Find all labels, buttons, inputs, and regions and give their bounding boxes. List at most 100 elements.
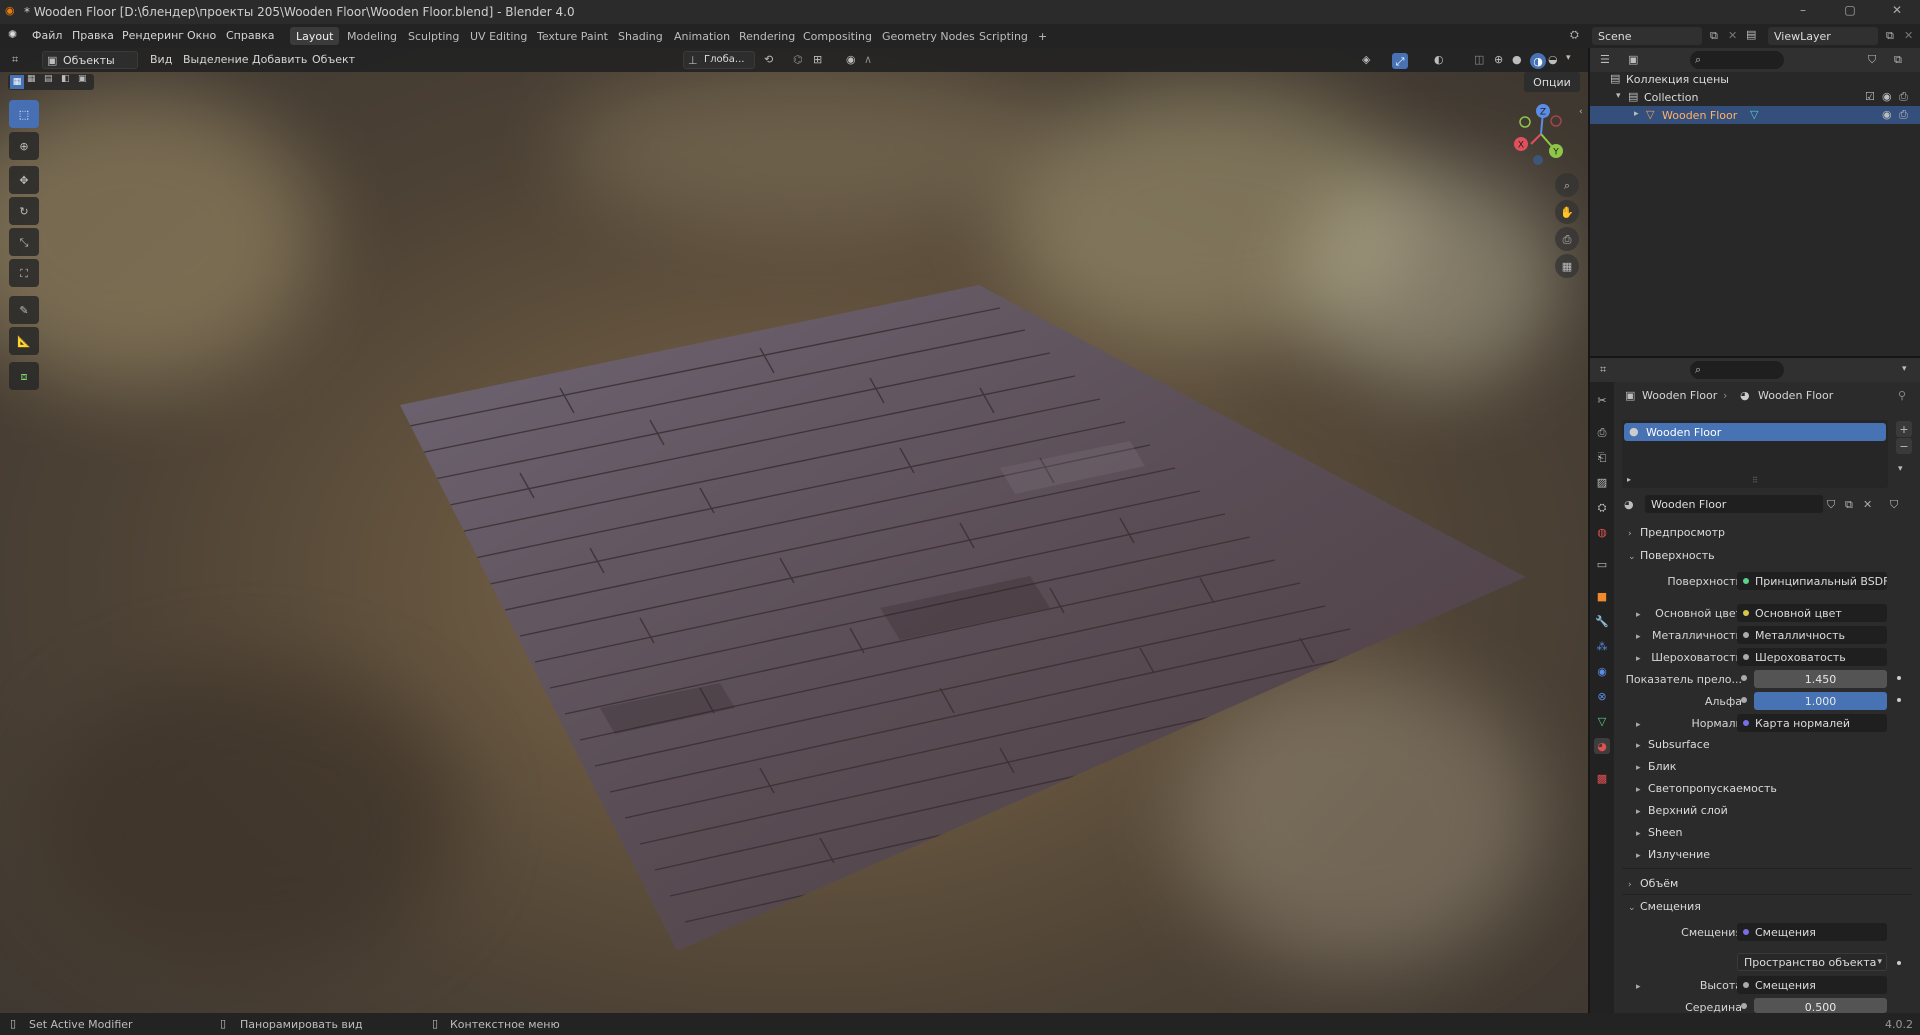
outliner-row-wooden-floor[interactable]: ▸ ▽ Wooden Floor ▽ ◉ ⎙ — [1590, 106, 1920, 124]
annotate-tool[interactable]: ✎ — [9, 296, 39, 324]
maximize-button[interactable]: ▢ — [1837, 3, 1863, 21]
overlays-icon[interactable]: ◐ — [1434, 54, 1444, 65]
menu-object[interactable]: Объект — [312, 53, 355, 66]
ortho-toggle-button[interactable]: ▦ — [1555, 254, 1579, 278]
properties-search-input[interactable]: ⌕ — [1690, 361, 1784, 379]
display-mode-icon[interactable]: ▣ — [1628, 54, 1638, 65]
tab-compositing[interactable]: Compositing — [797, 27, 878, 45]
tab-sculpting[interactable]: Sculpting — [402, 27, 465, 45]
subpanel-sheen[interactable]: ▸ Sheen — [1630, 822, 1920, 842]
output-tab[interactable]: ⎗ — [1594, 449, 1610, 465]
fake-user-icon[interactable]: ⛉ — [1827, 499, 1835, 510]
pan-button[interactable]: ✋ — [1555, 200, 1579, 224]
menu-add[interactable]: Добавить — [252, 53, 307, 66]
measure-tool[interactable]: 📐 — [9, 327, 39, 355]
falloff-icon[interactable]: ∧ — [864, 54, 872, 65]
xray-icon[interactable]: ◫ — [1474, 54, 1484, 65]
normal-field[interactable]: Карта нормалей — [1737, 714, 1887, 732]
remove-slot-icon[interactable]: − — [1896, 438, 1912, 454]
constraints-tab[interactable]: ⊗ — [1594, 688, 1610, 704]
displacement-panel-header[interactable]: ⌄ Смещения — [1622, 896, 1912, 916]
tab-texture-paint[interactable]: Texture Paint — [531, 27, 614, 45]
alpha-keyframe-icon[interactable] — [1897, 698, 1901, 702]
new-scene-icon[interactable]: ⧉ — [1710, 30, 1718, 41]
list-resize-handle[interactable]: ⠿ — [1752, 476, 1758, 485]
scene-icon[interactable]: ⛭ — [1570, 29, 1579, 40]
filter-icon[interactable]: ⛉ — [1868, 54, 1876, 65]
scene-selector[interactable]: Scene — [1592, 27, 1702, 45]
3d-viewport[interactable] — [0, 48, 1588, 1013]
navigation-gizmo[interactable]: X Y Z — [1505, 100, 1575, 170]
minimize-button[interactable]: – — [1790, 3, 1816, 21]
material-browse-icon[interactable]: ◕ — [1624, 499, 1634, 510]
pivot-point-icon[interactable]: ⟲ — [764, 54, 773, 65]
material-tab[interactable]: ◕ — [1594, 738, 1610, 754]
alpha-field[interactable]: 1.000 — [1754, 692, 1887, 710]
physics-tab[interactable]: ◉ — [1594, 663, 1610, 679]
render-tab[interactable]: ⎙ — [1594, 424, 1610, 440]
view-layer-tab[interactable]: ▨ — [1594, 474, 1610, 490]
delete-scene-icon[interactable]: ✕ — [1728, 30, 1737, 41]
outliner-search-input[interactable]: ⌕ — [1690, 51, 1784, 69]
rotate-tool[interactable]: ↻ — [9, 197, 39, 225]
solid-shading-icon[interactable]: ● — [1512, 54, 1522, 65]
surface-shader-field[interactable]: Принципиальный BSDF — [1737, 572, 1887, 590]
subpanel-subsurface[interactable]: ▸ Subsurface — [1630, 734, 1920, 754]
material-slot-row[interactable]: ● Wooden Floor — [1624, 423, 1886, 441]
alpha-socket-icon[interactable] — [1741, 697, 1747, 703]
menu-select[interactable]: Выделение — [183, 53, 249, 66]
new-view-layer-icon[interactable]: ⧉ — [1886, 30, 1894, 41]
slot-specials-icon[interactable]: ▾ — [1898, 465, 1903, 474]
base-color-field[interactable]: Основной цвет — [1737, 604, 1887, 622]
space-dropdown[interactable]: Пространство объекта ▾ — [1737, 953, 1887, 971]
unlink-material-icon[interactable]: ✕ — [1863, 499, 1872, 510]
outliner-row-scene-collection[interactable]: ▤ Коллекция сцены — [1590, 70, 1920, 88]
zoom-button[interactable]: ⌕ — [1555, 173, 1579, 197]
pin-icon[interactable]: ⚲ — [1898, 390, 1906, 401]
new-collection-icon[interactable]: ⧉ — [1894, 54, 1902, 65]
surface-panel-header[interactable]: ⌄ Поверхность — [1622, 545, 1912, 565]
scale-tool[interactable]: ⤡ — [9, 228, 39, 256]
roughness-field[interactable]: Шероховатость — [1737, 648, 1887, 666]
tab-scripting[interactable]: Scripting — [973, 27, 1034, 45]
menu-render[interactable]: Рендеринг — [122, 29, 184, 42]
select-intersect-icon[interactable]: ▣ — [78, 75, 87, 84]
transform-orientation-selector[interactable]: ⊥ Глоба... — [683, 51, 755, 69]
subpanel-coat[interactable]: ▸ Верхний слой — [1630, 800, 1920, 820]
shading-dropdown-icon[interactable]: ▾ — [1566, 54, 1571, 63]
volume-panel-header[interactable]: › Объём — [1622, 873, 1912, 893]
eye-icon[interactable]: ◉ — [1882, 91, 1892, 102]
select-invert-icon[interactable]: ◧ — [61, 75, 70, 84]
collection-tab[interactable]: ▭ — [1594, 556, 1610, 572]
subpanel-emission[interactable]: ▸ Излучение — [1630, 844, 1920, 864]
world-tab[interactable]: ◍ — [1594, 524, 1610, 540]
close-button[interactable]: ✕ — [1884, 3, 1910, 21]
preview-panel-header[interactable]: › Предпросмотр — [1622, 522, 1912, 542]
cursor-tool[interactable]: ⊕ — [9, 132, 39, 160]
sidebar-toggle-icon[interactable]: ‹ — [1579, 108, 1583, 117]
select-extend-icon[interactable]: ▦ — [27, 75, 36, 84]
subpanel-specular[interactable]: ▸ Блик — [1630, 756, 1920, 776]
outliner-row-collection[interactable]: ▾ ▤ Collection ☑ ◉ ⎙ — [1590, 88, 1920, 106]
slot-list-expand-icon[interactable]: ▸ — [1627, 476, 1631, 484]
gizmo-toggle-icon[interactable]: ⤢ — [1392, 53, 1408, 69]
options-button[interactable]: Опции — [1524, 72, 1580, 92]
ior-socket-icon[interactable] — [1741, 675, 1747, 681]
visibility-icon[interactable]: ◈ — [1362, 54, 1370, 65]
menu-file[interactable]: Файл — [32, 29, 62, 42]
texture-tab[interactable]: ▩ — [1594, 770, 1610, 786]
material-name-field[interactable]: Wooden Floor — [1645, 495, 1823, 513]
move-tool[interactable]: ✥ — [9, 166, 39, 194]
add-cube-tool[interactable]: ⧈ — [9, 362, 39, 390]
snap-target-icon[interactable]: ⊞ — [813, 54, 822, 65]
tool-tab[interactable]: ✂ — [1594, 392, 1610, 408]
exclude-checkbox-icon[interactable]: ☑ — [1865, 91, 1875, 102]
render-camera-icon[interactable]: ⎙ — [1899, 91, 1908, 102]
render-camera-icon[interactable]: ⎙ — [1899, 109, 1908, 120]
material-preview-icon[interactable]: ◑ — [1530, 53, 1546, 69]
subpanel-transmission[interactable]: ▸ Светопропускаемость — [1630, 778, 1920, 798]
data-tab[interactable]: ▽ — [1594, 713, 1610, 729]
snap-icon[interactable]: ⌬ — [793, 54, 803, 65]
link-filter-icon[interactable]: ⛉ — [1890, 499, 1898, 510]
displacement-field[interactable]: Смещения — [1737, 923, 1887, 941]
